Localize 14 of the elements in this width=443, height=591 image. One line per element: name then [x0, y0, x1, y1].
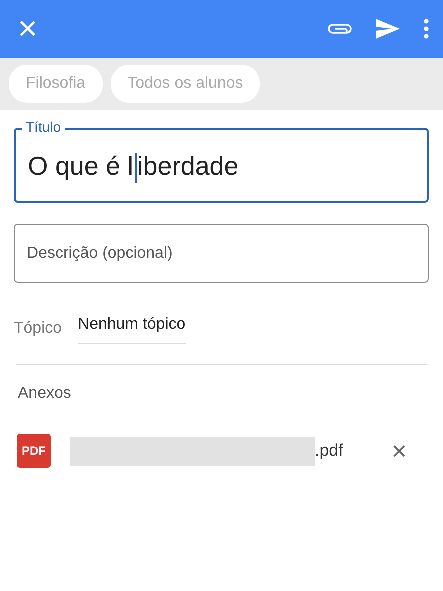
send-icon[interactable]	[376, 19, 400, 39]
file-extension: .pdf	[315, 440, 344, 462]
title-value: O que é l iberdade	[28, 146, 239, 186]
field-label: Título	[22, 119, 66, 135]
more-options-icon[interactable]	[424, 19, 429, 39]
attach-icon[interactable]	[328, 22, 352, 36]
topic-label: Tópico	[14, 318, 62, 338]
topic-dropdown[interactable]: Nenhum tópico	[78, 313, 186, 344]
pdf-file-icon: PDF	[17, 434, 51, 468]
remove-button[interactable]: ×	[392, 438, 407, 464]
title-field[interactable]: Título O que é l iberdade	[14, 119, 429, 203]
description-field[interactable]: Descrição (opcional)	[14, 224, 429, 283]
close-button[interactable]: ×	[18, 12, 38, 46]
attachments-heading: Anexos	[18, 384, 72, 404]
